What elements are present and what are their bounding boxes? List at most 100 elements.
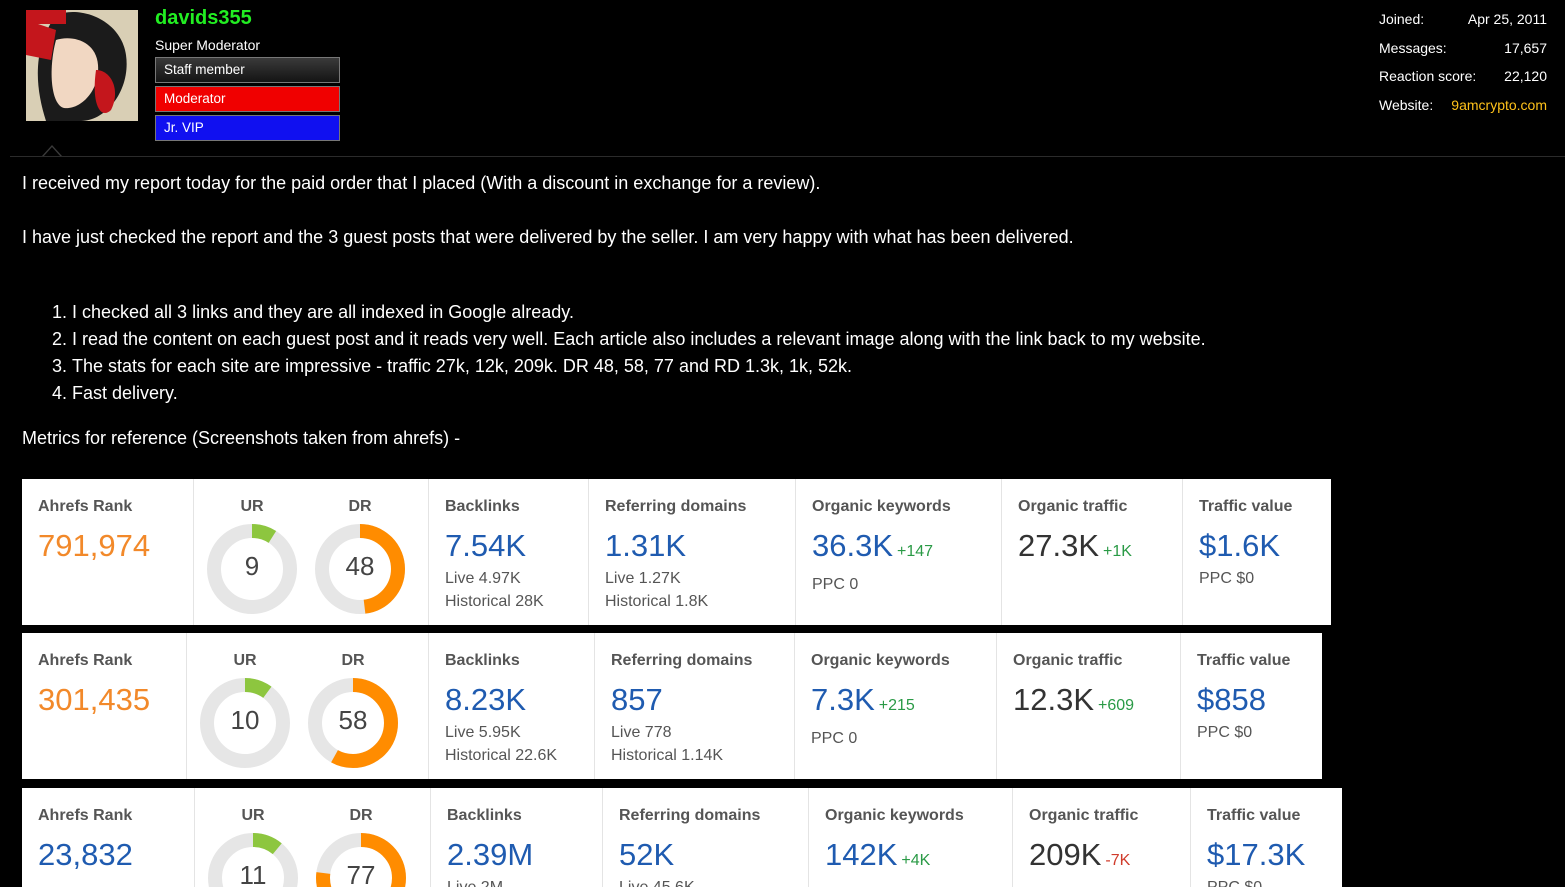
metric-organic-keywords: Organic keywords 142K+4K PPC 0 — [809, 788, 1013, 887]
organic-traffic-value: 27.3K — [1018, 528, 1100, 563]
username[interactable]: davids355 — [155, 7, 252, 30]
label-organic-traffic: Organic traffic — [1018, 498, 1128, 515]
label-traffic-value: Traffic value — [1199, 498, 1293, 515]
banner-jr-vip: Jr. VIP — [155, 115, 340, 141]
label-dr: DR — [341, 652, 365, 669]
backlinks-value[interactable]: 7.54K — [445, 529, 588, 563]
organic-traffic-value: 12.3K — [1013, 682, 1095, 717]
organic-keywords-delta: +4K — [901, 852, 931, 869]
label-backlinks: Backlinks — [447, 807, 522, 824]
traffic-value: $17.3K — [1207, 837, 1306, 872]
backlinks-value[interactable]: 8.23K — [445, 683, 594, 717]
backlinks-live: Live 5.95K — [445, 724, 521, 741]
post-paragraph: I have just checked the report and the 3… — [22, 227, 1074, 247]
referring-domains-value[interactable]: 1.31K — [605, 529, 795, 563]
organic-keywords-value[interactable]: 7.3K — [811, 682, 875, 717]
ahrefs-rank-value: 23,832 — [38, 837, 133, 872]
metric-backlinks: Backlinks 8.23K Live 5.95K Historical 22… — [429, 633, 595, 779]
referring-domains-historical: Historical 1.8K — [605, 593, 709, 610]
stat-reaction-score: Reaction score: 22,120 — [1379, 66, 1547, 95]
avatar[interactable] — [26, 10, 138, 121]
list-item: Fast delivery. — [72, 380, 1206, 407]
backlinks-live: Live 4.97K — [445, 570, 521, 587]
backlinks-historical: Historical 28K — [445, 593, 544, 610]
organic-keywords-value[interactable]: 36.3K — [812, 528, 893, 563]
dr-value: 58 — [338, 705, 368, 735]
ahrefs-rank-value: 301,435 — [38, 682, 151, 717]
list-item: I checked all 3 links and they are all i… — [72, 299, 1206, 326]
label-referring-domains: Referring domains — [611, 652, 753, 669]
organic-keywords-delta: +147 — [897, 543, 934, 560]
banner-staff: Staff member — [155, 57, 340, 83]
label-traffic-value: Traffic value — [1197, 652, 1291, 669]
organic-keywords-ppc: PPC 0 — [812, 576, 859, 593]
referring-domains-live: Live 45.6K — [619, 876, 808, 887]
metric-organic-keywords: Organic keywords 36.3K +147 PPC 0 — [796, 479, 1002, 625]
traffic-value-ppc: PPC $0 — [1197, 724, 1253, 741]
metric-organic-traffic: Organic traffic 209K -7K — [1013, 788, 1191, 887]
user-stats: Joined: Apr 25, 2011 Messages: 17,657 Re… — [1379, 9, 1547, 123]
stat-website: Website: 9amcrypto.com — [1379, 95, 1547, 124]
metric-ahrefs-rank: Ahrefs Rank 301,435 — [22, 633, 187, 779]
message-pointer — [42, 145, 62, 157]
metric-traffic-value: Traffic value $858 PPC $0 — [1181, 633, 1322, 779]
organic-keywords-delta: +215 — [878, 697, 915, 714]
dr-gauge: DR 58 — [305, 651, 401, 769]
metric-gauges: UR 9 DR 48 — [194, 479, 429, 625]
stat-label: Joined: — [1379, 11, 1425, 27]
dr-value: 77 — [346, 860, 376, 887]
label-organic-keywords: Organic keywords — [812, 498, 951, 515]
label-ur: UR — [241, 807, 265, 824]
metric-organic-traffic: Organic traffic 27.3K +1K — [1002, 479, 1183, 625]
organic-keywords-ppc: PPC 0 — [825, 882, 1012, 887]
stat-value: 22,120 — [1504, 68, 1547, 84]
list-item: I read the content on each guest post an… — [72, 326, 1206, 353]
traffic-value-ppc: PPC $0 — [1199, 570, 1255, 587]
metric-traffic-value: Traffic value $17.3K PPC $0 — [1191, 788, 1342, 887]
organic-traffic-value: 209K — [1029, 837, 1102, 872]
referring-domains-value[interactable]: 857 — [611, 683, 794, 717]
organic-keywords-ppc: PPC 0 — [811, 730, 858, 747]
post-paragraph: Metrics for reference (Screenshots taken… — [22, 428, 461, 448]
metric-referring-domains: Referring domains 1.31K Live 1.27K Histo… — [589, 479, 796, 625]
organic-keywords-value[interactable]: 142K — [825, 837, 897, 872]
metric-organic-keywords: Organic keywords 7.3K +215 PPC 0 — [795, 633, 997, 779]
ahrefs-card: Ahrefs Rank 301,435 UR 10 DR 58 Backlink… — [22, 633, 1322, 779]
label-dr: DR — [348, 498, 372, 515]
label-referring-domains: Referring domains — [619, 807, 761, 824]
label-ahrefs-rank: Ahrefs Rank — [38, 498, 133, 515]
metric-referring-domains: Referring domains 857 Live 778 Historica… — [595, 633, 795, 779]
metric-ahrefs-rank: Ahrefs Rank 23,832 — [22, 788, 195, 887]
stat-label: Website: — [1379, 96, 1434, 113]
backlinks-value[interactable]: 2.39M — [447, 838, 602, 872]
label-dr: DR — [349, 807, 373, 824]
ur-gauge: UR 9 — [204, 497, 300, 615]
stat-joined: Joined: Apr 25, 2011 — [1379, 9, 1547, 38]
ahrefs-card: Ahrefs Rank 791,974 UR 9 DR 48 Backlinks… — [22, 479, 1331, 625]
metric-gauges: UR 10 DR 58 — [187, 633, 429, 779]
post-list: I checked all 3 links and they are all i… — [22, 299, 1206, 407]
post-paragraph: I received my report today for the paid … — [22, 173, 821, 193]
metric-referring-domains: Referring domains 52K Live 45.6K — [603, 788, 809, 887]
referring-domains-historical: Historical 1.14K — [611, 747, 724, 764]
metric-backlinks: Backlinks 7.54K Live 4.97K Historical 28… — [429, 479, 589, 625]
stat-label: Messages: — [1379, 39, 1447, 56]
label-organic-traffic: Organic traffic — [1029, 807, 1139, 824]
metric-gauges: UR 11 DR 77 — [195, 788, 431, 887]
website-link[interactable]: 9amcrypto.com — [1451, 95, 1547, 124]
referring-domains-value[interactable]: 52K — [619, 838, 808, 872]
ur-value: 10 — [230, 705, 260, 735]
divider — [10, 156, 1565, 157]
metric-organic-traffic: Organic traffic 12.3K +609 — [997, 633, 1181, 779]
label-ur: UR — [240, 498, 264, 515]
organic-traffic-delta: +609 — [1098, 697, 1135, 714]
stat-value[interactable]: 17,657 — [1504, 38, 1547, 67]
traffic-value-ppc: PPC $0 — [1207, 876, 1342, 887]
ur-gauge: UR 11 — [205, 806, 301, 887]
ur-gauge: UR 10 — [197, 651, 293, 769]
dr-gauge: DR 77 — [313, 806, 409, 887]
metric-backlinks: Backlinks 2.39M Live 2M — [431, 788, 603, 887]
label-backlinks: Backlinks — [445, 652, 520, 669]
organic-traffic-delta: -7K — [1105, 852, 1131, 869]
label-backlinks: Backlinks — [445, 498, 520, 515]
